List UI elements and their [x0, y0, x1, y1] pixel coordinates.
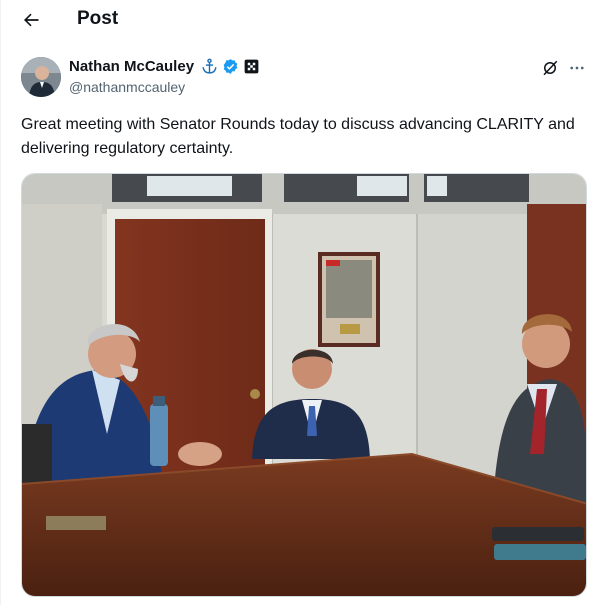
post-text: Great meeting with Senator Rounds today …: [21, 116, 575, 157]
page-title: Post: [77, 8, 119, 29]
avatar[interactable]: [21, 57, 61, 97]
author-name[interactable]: Nathan McCauley: [69, 58, 194, 75]
author-badges: [201, 58, 260, 75]
verified-badge-icon[interactable]: [222, 58, 239, 75]
post-photo[interactable]: [21, 173, 587, 597]
affiliate-badge-icon[interactable]: [243, 58, 260, 75]
more-horizontal-icon: [570, 66, 584, 70]
arrow-left-icon: [24, 13, 39, 27]
post-page: Post Nathan McCauley @nathanmccauley Gre…: [0, 0, 590, 605]
author-handle[interactable]: @nathanmccauley: [69, 79, 185, 95]
more-button[interactable]: [567, 58, 587, 78]
grok-button[interactable]: [540, 58, 560, 78]
anchor-icon: [201, 58, 218, 75]
post-header: Post: [1, 0, 590, 40]
back-button[interactable]: [15, 4, 47, 36]
grok-icon: [543, 60, 558, 76]
